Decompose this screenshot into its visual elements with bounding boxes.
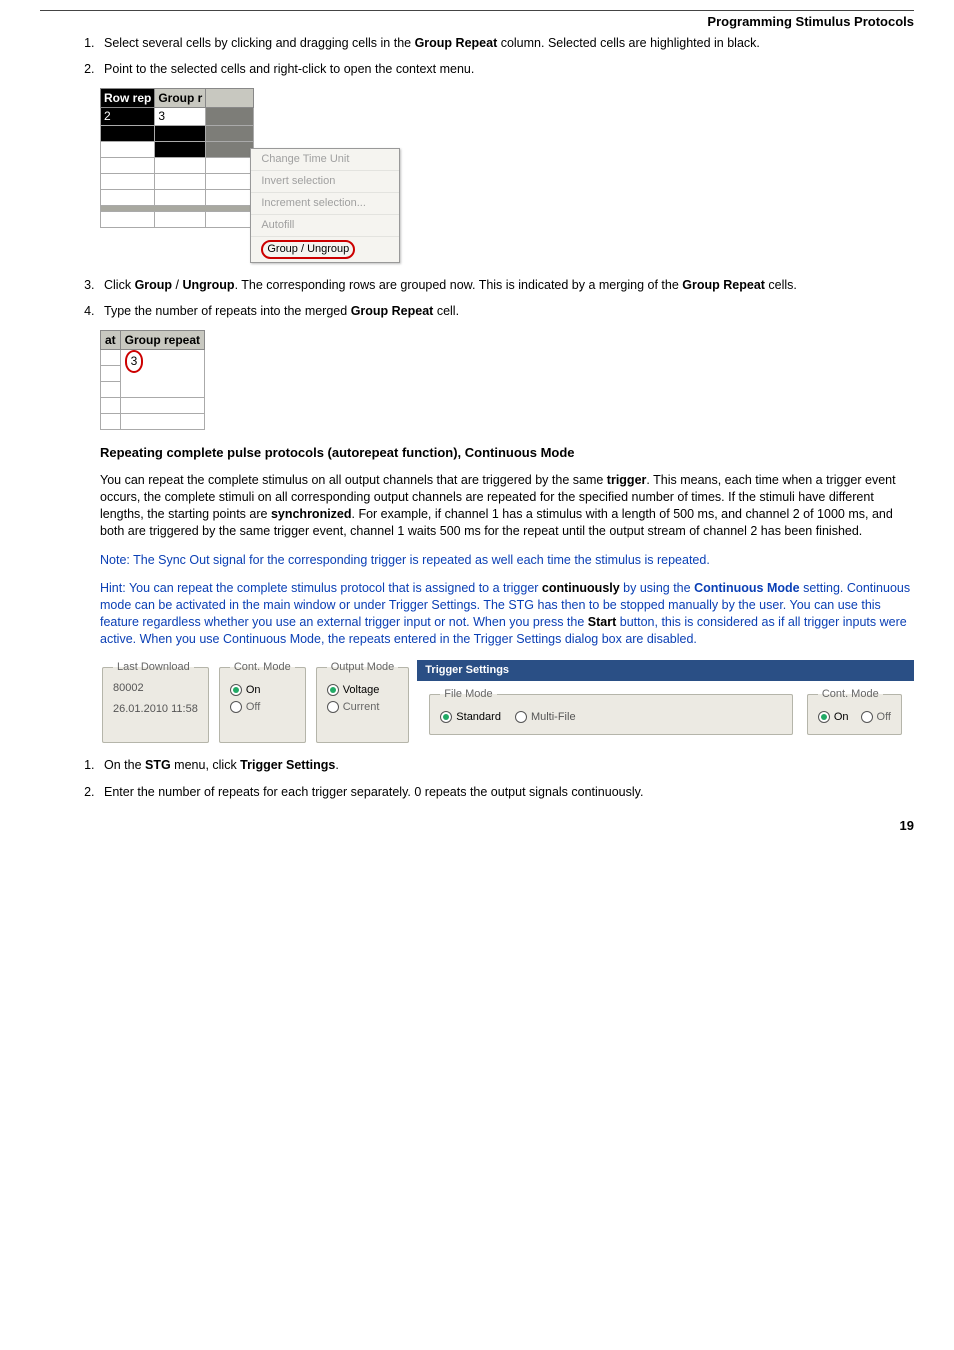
file-mode-group: File Mode Standard Multi-File [429, 687, 793, 736]
file-mode-legend: File Mode [440, 687, 496, 702]
menu-group-ungroup[interactable]: Group / Ungroup [251, 237, 399, 262]
page-header: Programming Stimulus Protocols [40, 10, 914, 31]
screenshot-table-menu: Row rep Group r 23 Change Time Unit Inve… [100, 88, 914, 262]
c1-a: On the [104, 758, 145, 772]
radio-icon [327, 701, 339, 713]
group-table: Row rep Group r 23 [100, 88, 254, 227]
step-3-g: cells. [765, 278, 797, 292]
steps-list-c: On the STG menu, click Trigger Settings.… [40, 757, 914, 801]
paragraph-trigger: You can repeat the complete stimulus on … [100, 472, 914, 540]
step-c1: On the STG menu, click Trigger Settings. [98, 757, 914, 774]
step-3: Click Group / Ungroup. The corresponding… [98, 277, 914, 294]
section-heading: Repeating complete pulse protocols (auto… [100, 444, 914, 462]
step-4-c: cell. [433, 304, 459, 318]
step-4-b: Group Repeat [351, 304, 434, 318]
hint-contmode: Continuous Mode [694, 581, 800, 595]
trigger-cont-mode-group: Cont. Mode On Off [807, 687, 902, 736]
step-1: Select several cells by clicking and dra… [98, 35, 914, 52]
radio-icon [230, 684, 242, 696]
group-repeat-table: at Group repeat 3 [100, 330, 205, 430]
radio-icon [230, 701, 242, 713]
step-1-bold: Group Repeat [415, 36, 498, 50]
p1-sync: synchronized [271, 507, 352, 521]
panel-row: Last Download 80002 26.01.2010 11:58 Con… [100, 660, 914, 744]
step-3-group: Group [135, 278, 173, 292]
step-3-c: / [172, 278, 182, 292]
menu-change-time-unit[interactable]: Change Time Unit [251, 149, 399, 171]
radio-icon [861, 711, 873, 723]
step-4: Type the number of repeats into the merg… [98, 303, 914, 320]
step-3-f: Group Repeat [682, 278, 765, 292]
repeat-value-highlight: 3 [125, 350, 144, 372]
radio-cont-off[interactable]: Off [230, 700, 295, 715]
hint-c: by using the [620, 581, 694, 595]
steps-list-a: Select several cells by clicking and dra… [40, 35, 914, 79]
radio-standard-label: Standard [456, 710, 501, 725]
cell-v2[interactable]: 3 [155, 108, 206, 125]
col-at: at [101, 331, 121, 350]
col-row-rep: Row rep [101, 89, 155, 108]
hint-a: Hint: You can repeat the complete stimul… [100, 581, 542, 595]
radio-current-label: Current [343, 700, 380, 715]
last-download-val2: 26.01.2010 11:58 [113, 702, 198, 717]
radio-on-label: On [246, 683, 261, 698]
cont-mode-legend: Cont. Mode [230, 660, 295, 675]
radio-icon [515, 711, 527, 723]
radio-trig-on[interactable]: On [818, 710, 849, 725]
cont-mode-group: Cont. Mode On Off [219, 660, 306, 744]
trigger-settings-title: Trigger Settings [417, 660, 914, 681]
last-download-group: Last Download 80002 26.01.2010 11:58 [102, 660, 209, 744]
col-group-r: Group r [155, 89, 206, 108]
last-download-val1: 80002 [113, 681, 198, 696]
radio-current[interactable]: Current [327, 700, 399, 715]
menu-increment-selection[interactable]: Increment selection... [251, 193, 399, 215]
page-number: 19 [40, 817, 914, 835]
menu-autofill[interactable]: Autofill [251, 215, 399, 237]
step-3-e: . The corresponding rows are grouped now… [235, 278, 683, 292]
radio-cont-on[interactable]: On [230, 683, 295, 698]
hint-start: Start [588, 615, 616, 629]
radio-multifile-label: Multi-File [531, 710, 576, 725]
radio-off-label: Off [246, 700, 260, 715]
output-mode-group: Output Mode Voltage Current [316, 660, 410, 744]
p1-a: You can repeat the complete stimulus on … [100, 473, 607, 487]
c1-stg: STG [145, 758, 171, 772]
merged-cell[interactable]: 3 [120, 350, 204, 398]
radio-standard[interactable]: Standard [440, 710, 501, 725]
p1-trigger: trigger [607, 473, 647, 487]
step-3-a: Click [104, 278, 135, 292]
c1-e: . [335, 758, 338, 772]
hint-paragraph: Hint: You can repeat the complete stimul… [100, 580, 914, 648]
radio-trig-off-label: Off [877, 710, 891, 725]
trigger-settings-panel: Trigger Settings File Mode Standard Mult… [417, 660, 914, 744]
menu-invert-selection[interactable]: Invert selection [251, 171, 399, 193]
radio-voltage-label: Voltage [343, 683, 380, 698]
step-1-text-a: Select several cells by clicking and dra… [104, 36, 415, 50]
radio-trig-off[interactable]: Off [861, 710, 891, 725]
radio-icon [818, 711, 830, 723]
step-1-text-c: column. Selected cells are highlighted i… [497, 36, 760, 50]
step-c2: Enter the number of repeats for each tri… [98, 784, 914, 801]
radio-icon [327, 684, 339, 696]
radio-trig-on-label: On [834, 710, 849, 725]
hint-continuously: continuously [542, 581, 620, 595]
trigger-cont-mode-legend: Cont. Mode [818, 687, 883, 702]
radio-voltage[interactable]: Voltage [327, 683, 399, 698]
last-download-legend: Last Download [113, 660, 194, 675]
group-ungroup-highlight: Group / Ungroup [261, 240, 355, 259]
cell-v1[interactable]: 2 [101, 108, 155, 125]
note-paragraph: Note: The Sync Out signal for the corres… [100, 552, 914, 569]
c1-c: menu, click [171, 758, 240, 772]
step-2: Point to the selected cells and right-cl… [98, 61, 914, 78]
output-mode-legend: Output Mode [327, 660, 399, 675]
context-menu: Change Time Unit Invert selection Increm… [250, 148, 400, 262]
steps-list-b: Click Group / Ungroup. The corresponding… [40, 277, 914, 321]
col-group-repeat: Group repeat [120, 331, 204, 350]
radio-icon [440, 711, 452, 723]
screenshot-group-repeat: at Group repeat 3 [100, 330, 914, 430]
c1-trig: Trigger Settings [240, 758, 335, 772]
step-3-ungroup: Ungroup [182, 278, 234, 292]
radio-multifile[interactable]: Multi-File [515, 710, 576, 725]
step-4-a: Type the number of repeats into the merg… [104, 304, 351, 318]
